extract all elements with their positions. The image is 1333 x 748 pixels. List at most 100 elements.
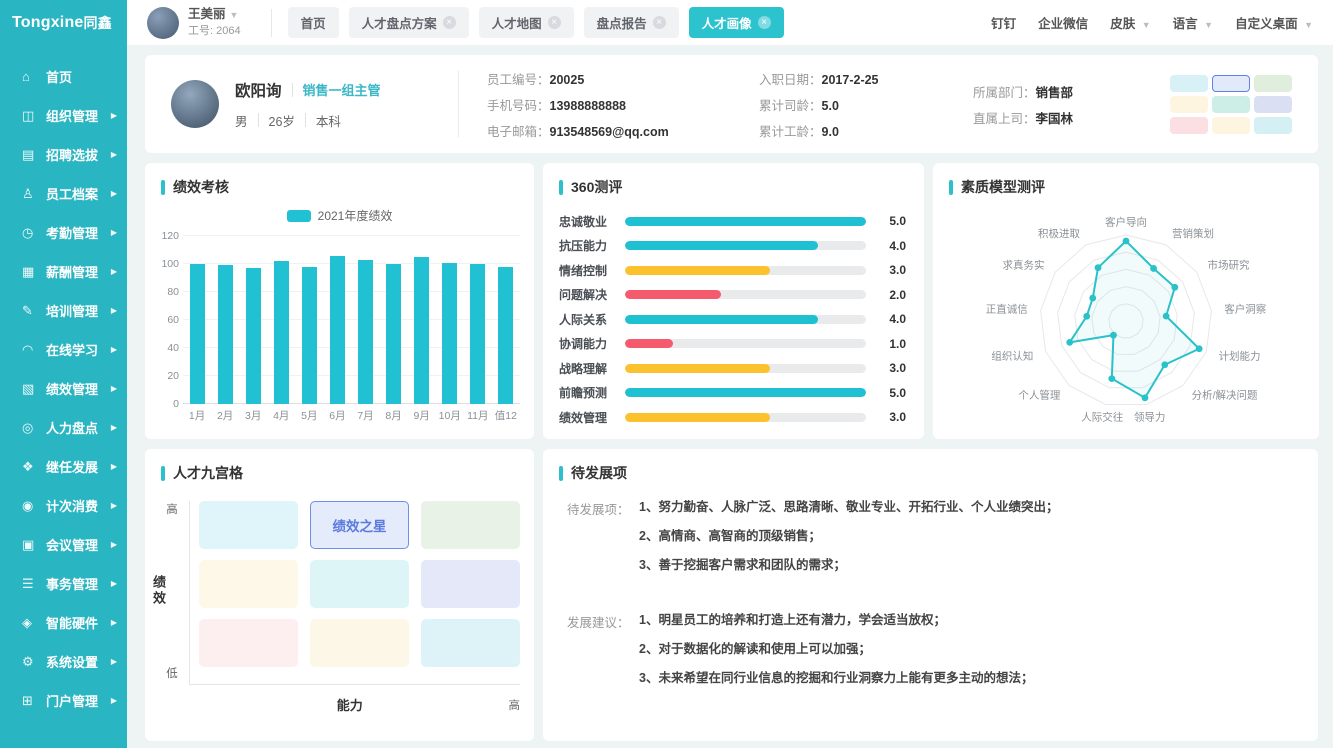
divider	[305, 113, 306, 127]
radar-point-市场研究	[1171, 284, 1178, 291]
nine-grid-cell-0[interactable]	[199, 501, 298, 549]
sidebar-item-affairs[interactable]: ☰事务管理▶	[0, 564, 127, 603]
x-axis-label: 能力	[191, 695, 509, 714]
sidebar-item-attendance[interactable]: ◷考勤管理▶	[0, 213, 127, 252]
chevron-right-icon: ▶	[111, 657, 117, 666]
mini-nine-grid[interactable]	[1170, 75, 1292, 134]
mini-grid-cell-6[interactable]	[1170, 117, 1208, 134]
radar-axis-label: 正直诚信	[986, 303, 1028, 316]
radar-point-计划能力	[1196, 345, 1203, 352]
legend-swatch	[287, 210, 311, 222]
bars	[183, 236, 520, 404]
employee-title[interactable]: 销售一组主管	[303, 80, 381, 99]
sidebar-item-hardware[interactable]: ◈智能硬件▶	[0, 603, 127, 642]
x-tick-label: 11月	[465, 408, 491, 423]
nine-grid-cell-5[interactable]	[421, 560, 520, 608]
mini-grid-cell-3[interactable]	[1170, 96, 1208, 113]
sidebar-item-settings[interactable]: ⚙系统设置▶	[0, 642, 127, 681]
assessment-label: 战略理解	[559, 360, 621, 377]
close-icon[interactable]: ×	[758, 16, 771, 29]
mini-grid-cell-4[interactable]	[1212, 96, 1250, 113]
radar-axis-label: 计划能力	[1219, 350, 1261, 363]
mini-grid-cell-5[interactable]	[1254, 96, 1292, 113]
mini-grid-cell-7[interactable]	[1212, 117, 1250, 134]
sidebar-item-performance[interactable]: ▧绩效管理▶	[0, 369, 127, 408]
nine-grid-card: 人才九宫格 高 绩效 低 绩效之星 能力 高	[145, 449, 534, 741]
close-icon[interactable]: ×	[548, 16, 561, 29]
development-items: 1、努力勤奋、人脉广泛、思路清晰、敬业专业、开拓行业、个人业绩突出；2、高情商、…	[639, 499, 1294, 586]
sidebar-item-home[interactable]: ⌂首页	[0, 57, 127, 96]
nine-grid-cell-3[interactable]	[199, 560, 298, 608]
tab-人才画像[interactable]: 人才画像×	[689, 7, 784, 38]
bar-chart: 020406080100120	[145, 232, 534, 404]
mini-grid-cell-2[interactable]	[1254, 75, 1292, 92]
nine-grid-cell-8[interactable]	[421, 619, 520, 667]
chart-legend[interactable]: 2021年度绩效	[145, 207, 534, 224]
sidebar-item-talent-review[interactable]: ◎人力盘点▶	[0, 408, 127, 447]
employee-field: 累计司龄：5.0	[759, 95, 969, 114]
assessment-value: 1.0	[880, 337, 906, 351]
x-tick-label: 7月	[353, 408, 379, 423]
chevron-down-icon: ▼	[1139, 20, 1150, 30]
chevron-down-icon: ▼	[1302, 20, 1313, 30]
mini-grid-cell-1[interactable]	[1212, 75, 1250, 92]
sidebar-item-training[interactable]: ✎培训管理▶	[0, 291, 127, 330]
topbar-link-钉钉[interactable]: 钉钉	[991, 13, 1016, 32]
sidebar-item-label: 培训管理	[46, 301, 111, 320]
app-logo[interactable]: Tongxine同鑫	[0, 0, 127, 45]
sidebar-item-online-learning[interactable]: ◠在线学习▶	[0, 330, 127, 369]
y-tick-label: 100	[161, 258, 179, 270]
sidebar-item-label: 计次消费	[46, 496, 111, 515]
radar-point-求真务实	[1089, 295, 1096, 302]
nine-grid-cell-4[interactable]	[310, 560, 409, 608]
sidebar-item-salary[interactable]: ▦薪酬管理▶	[0, 252, 127, 291]
nine-grid-cell-6[interactable]	[199, 619, 298, 667]
sidebar-item-consumption[interactable]: ◉计次消费▶	[0, 486, 127, 525]
mini-grid-cell-0[interactable]	[1170, 75, 1208, 92]
assessment-row-绩效管理: 绩效管理3.0	[559, 405, 906, 430]
topbar-link-语言[interactable]: 语言 ▼	[1173, 13, 1213, 32]
user-avatar[interactable]	[147, 7, 179, 39]
chevron-down-icon[interactable]: ▼	[230, 10, 239, 20]
nine-grid-cell-2[interactable]	[421, 501, 520, 549]
employee-tenure-column: 入职日期：2017-2-25累计司龄：5.0累计工龄：9.0	[759, 69, 969, 140]
topbar-link-企业微信[interactable]: 企业微信	[1038, 13, 1088, 32]
bar-10月	[442, 263, 457, 404]
nine-grid-cell-7[interactable]	[310, 619, 409, 667]
chevron-right-icon: ▶	[111, 540, 117, 549]
tab-首页[interactable]: 首页	[288, 7, 339, 38]
mini-grid-cell-8[interactable]	[1254, 117, 1292, 134]
assessment-row-忠诚敬业: 忠诚敬业5.0	[559, 209, 906, 234]
radar-point-组织认知	[1066, 339, 1073, 346]
nine-grid-cell-1[interactable]: 绩效之星	[310, 501, 409, 549]
bar-值12	[498, 267, 513, 404]
sidebar-item-recruit[interactable]: ▤招聘选拔▶	[0, 135, 127, 174]
topbar-link-皮肤[interactable]: 皮肤 ▼	[1110, 13, 1150, 32]
tab-人才盘点方案[interactable]: 人才盘点方案 ×	[349, 7, 469, 38]
assessment-fill	[625, 266, 770, 275]
topbar-link-自定义桌面[interactable]: 自定义桌面 ▼	[1235, 13, 1313, 32]
tab-label: 人才盘点方案	[362, 13, 437, 32]
close-icon[interactable]: ×	[443, 16, 456, 29]
sidebar-item-succession[interactable]: ❖继任发展▶	[0, 447, 127, 486]
close-icon[interactable]: ×	[653, 16, 666, 29]
tab-盘点报告[interactable]: 盘点报告×	[584, 7, 679, 38]
assessment-value: 4.0	[880, 239, 906, 253]
sidebar-item-label: 薪酬管理	[46, 262, 111, 281]
sidebar-item-org[interactable]: ◫组织管理▶	[0, 96, 127, 135]
assessment-360-rows: 忠诚敬业5.0抗压能力4.0情绪控制3.0问题解决2.0人际关系4.0协调能力1…	[543, 197, 924, 430]
user-info[interactable]: 王美丽▼ 工号: 2064	[188, 7, 241, 38]
sidebar-item-portal[interactable]: ⊞门户管理▶	[0, 681, 127, 720]
assessment-360-title: 360测评	[571, 177, 622, 197]
radar-point-领导力	[1142, 394, 1149, 401]
assessment-value: 5.0	[880, 214, 906, 228]
nine-grid-x-axis: 能力 高	[157, 695, 520, 714]
sidebar-item-employee-file[interactable]: ♙员工档案▶	[0, 174, 127, 213]
y-low-label: 低	[166, 665, 178, 681]
development-item: 1、努力勤奋、人脉广泛、思路清晰、敬业专业、开拓行业、个人业绩突出；	[639, 499, 1294, 515]
tab-人才地图[interactable]: 人才地图×	[479, 7, 574, 38]
bar-7月	[358, 260, 373, 404]
sidebar-item-meeting[interactable]: ▣会议管理▶	[0, 525, 127, 564]
employee-field: 入职日期：2017-2-25	[759, 69, 969, 88]
chevron-right-icon: ▶	[111, 111, 117, 120]
